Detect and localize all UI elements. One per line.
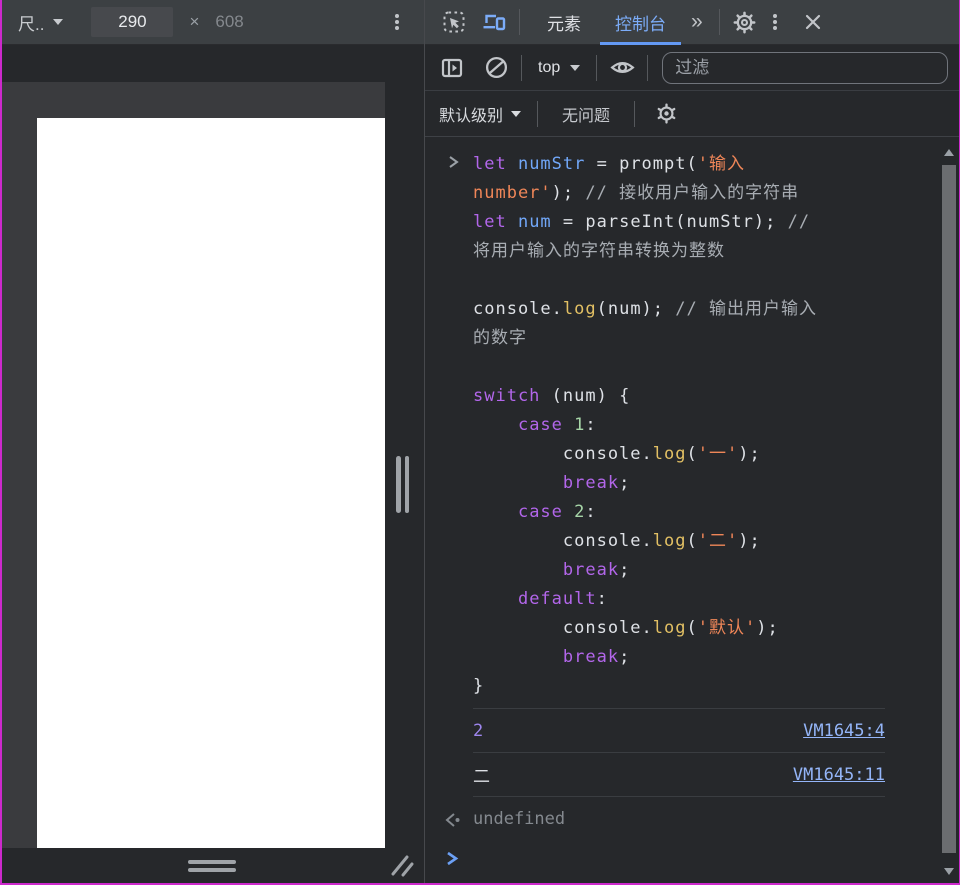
separator	[647, 55, 648, 81]
code-line: let numStr = prompt('输入	[473, 150, 885, 179]
scrollbar-up-arrow[interactable]	[944, 149, 954, 156]
console-filter-input[interactable]	[662, 52, 948, 84]
code-line: let num = parseInt(numStr); //	[473, 208, 885, 237]
clear-console-button[interactable]	[481, 53, 511, 83]
console-input-echo-row[interactable]: let numStr = prompt('输入number'); // 接收用户…	[473, 137, 885, 709]
viewport-corner-resize-handle[interactable]	[389, 852, 415, 883]
code-line: 将用户输入的字符串转换为整数	[473, 237, 885, 266]
clear-console-icon	[484, 55, 509, 80]
prompt-chevron-icon	[444, 849, 459, 872]
code-line	[473, 266, 885, 295]
close-icon	[802, 11, 824, 33]
console-log-row: 2 VM1645:4	[473, 709, 885, 753]
code-line: console.log('二');	[473, 527, 885, 556]
return-value-icon	[443, 810, 463, 835]
result-value: undefined	[473, 809, 565, 829]
context-label: top	[538, 59, 560, 77]
console-settings-button[interactable]	[651, 99, 681, 129]
log-levels-label: 默认级别	[439, 102, 503, 126]
chevron-down-icon	[511, 111, 521, 117]
console-prompt[interactable]	[473, 841, 960, 881]
dimensions-dropdown[interactable]: 尺..	[18, 10, 63, 35]
viewport-width-resize-handle[interactable]	[396, 456, 409, 513]
tab-label: 元素	[547, 10, 581, 35]
console-filterbar: 默认级别 无问题	[425, 91, 960, 137]
inspect-element-button[interactable]	[439, 7, 469, 37]
device-emulation-panel: 尺.. 290 × 608	[0, 0, 424, 885]
log-value: 2	[473, 721, 483, 741]
tab-label: 控制台	[615, 10, 666, 35]
log-value: 二	[473, 762, 490, 787]
code-line: number'); // 接收用户输入的字符串	[473, 179, 885, 208]
code-line: case 1:	[473, 411, 885, 440]
inspect-cursor-icon	[441, 9, 467, 35]
devtools-tabbar: 元素 控制台 »	[425, 0, 960, 45]
devtools-menu-button[interactable]	[760, 7, 790, 37]
more-tabs-button[interactable]: »	[683, 10, 709, 34]
gear-dot-icon	[655, 102, 678, 125]
log-levels-dropdown[interactable]: 默认级别	[439, 102, 521, 126]
source-location-link[interactable]: VM1645:4	[803, 721, 885, 741]
console-result-row: undefined	[473, 797, 885, 841]
console-messages: let numStr = prompt('输入number'); // 接收用户…	[425, 137, 960, 881]
console-toolbar: top	[425, 45, 960, 91]
code-line: case 2:	[473, 498, 885, 527]
source-location-link[interactable]: VM1645:11	[793, 765, 885, 785]
code-line: }	[473, 672, 885, 701]
code-line: console.log('默认');	[473, 614, 885, 643]
eye-icon	[609, 54, 636, 81]
chevron-down-icon	[53, 19, 63, 25]
panel-sidebar-icon	[439, 55, 465, 81]
separator	[634, 101, 635, 127]
devtools-panel: 元素 控制台 »	[425, 0, 960, 885]
code-line: break;	[473, 469, 885, 498]
device-toolbar-icon	[481, 9, 507, 35]
device-toolbar: 尺.. 290 × 608	[0, 0, 424, 45]
separator	[537, 101, 538, 127]
code-line	[473, 353, 885, 382]
viewport-width-input[interactable]: 290	[91, 7, 173, 37]
device-toolbar-menu-button[interactable]	[382, 7, 412, 37]
settings-button[interactable]	[730, 7, 760, 37]
console-log-rows: 2 VM1645:4 二 VM1645:11 undefined	[425, 709, 960, 841]
code-line: break;	[473, 556, 885, 585]
dimensions-label: 尺..	[18, 10, 44, 35]
viewport-height-resize-handle[interactable]	[188, 860, 236, 872]
code-line: console.log('一');	[473, 440, 885, 469]
tab-elements[interactable]: 元素	[530, 0, 598, 45]
expand-caret-icon[interactable]	[446, 154, 460, 175]
separator	[596, 55, 597, 81]
separator	[719, 9, 720, 35]
scrollbar-thumb[interactable]	[942, 165, 956, 853]
vertical-dots-icon	[765, 12, 785, 32]
edge-mark-left	[0, 0, 2, 885]
chevron-down-icon	[570, 65, 580, 71]
console-scrollbar[interactable]	[941, 141, 957, 883]
separator	[519, 9, 520, 35]
issues-counter[interactable]: 无问题	[554, 102, 618, 126]
console-log-row: 二 VM1645:11	[473, 753, 885, 797]
tab-console[interactable]: 控制台	[598, 0, 683, 45]
vertical-dots-icon	[387, 12, 407, 32]
emulated-viewport[interactable]	[37, 118, 385, 848]
viewport-height-input[interactable]: 608	[215, 12, 275, 32]
dimensions-separator: ×	[189, 12, 199, 32]
resize-grip-icon	[389, 852, 415, 878]
create-live-expression-button[interactable]	[607, 53, 637, 83]
code-line: default:	[473, 585, 885, 614]
console-code-block: let numStr = prompt('输入number'); // 接收用户…	[473, 150, 885, 701]
separator	[521, 55, 522, 81]
code-line: 的数字	[473, 324, 885, 353]
console-sidebar-toggle-button[interactable]	[437, 53, 467, 83]
viewport-width-value: 290	[118, 12, 146, 32]
gear-icon	[732, 10, 757, 35]
execution-context-selector[interactable]: top	[532, 59, 586, 77]
close-devtools-button[interactable]	[798, 7, 828, 37]
code-line: console.log(num); // 输出用户输入	[473, 295, 885, 324]
code-line: switch (num) {	[473, 382, 885, 411]
scrollbar-down-arrow[interactable]	[944, 868, 954, 875]
code-line: break;	[473, 643, 885, 672]
toggle-device-toolbar-button[interactable]	[479, 7, 509, 37]
